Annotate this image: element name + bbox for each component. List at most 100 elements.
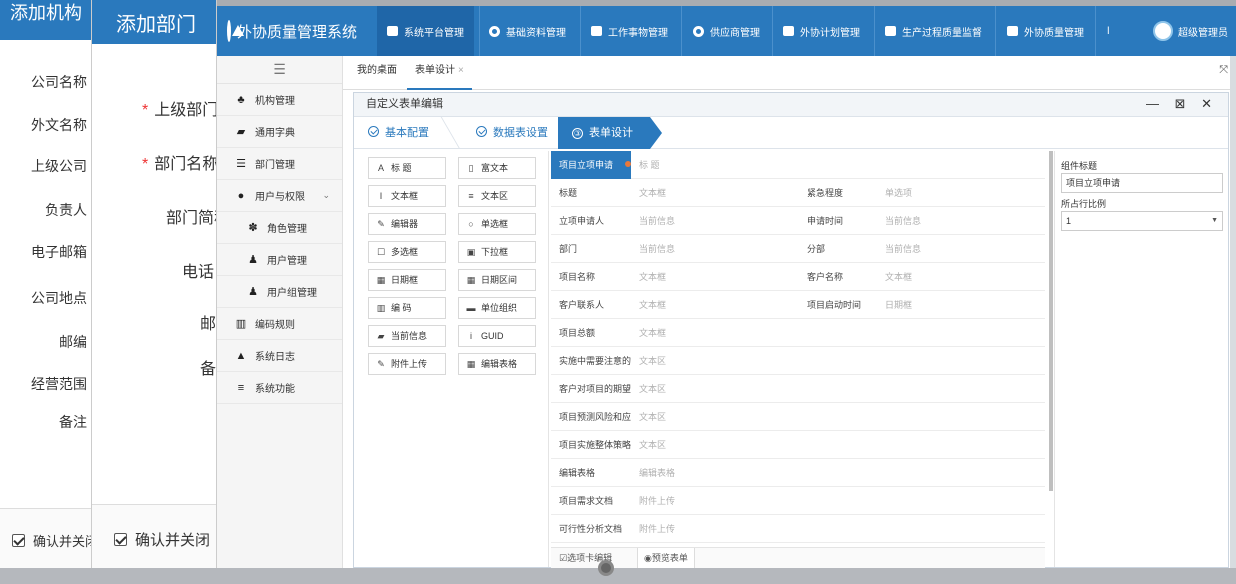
step-form-design[interactable]: ③ 表单设计 xyxy=(558,117,650,149)
selected-marker xyxy=(625,161,631,167)
fullscreen-icon[interactable]: ⤧ xyxy=(1219,64,1228,77)
widget-org-unit[interactable]: ▬ 单位组织 xyxy=(458,297,536,319)
form-row[interactable]: 可行性分析文档 附件上传 xyxy=(551,515,1045,543)
sidebar-item-org[interactable]: ♣ 机构管理 xyxy=(217,84,342,116)
window-controls[interactable]: — ⊠ ✕ xyxy=(1146,93,1218,115)
sidebar-item-dict[interactable]: ▰ 通用字典 xyxy=(217,116,342,148)
user-name: 超级管理员 xyxy=(1178,27,1228,39)
form-canvas: 项目立项申请 标 题 标题 文本框 紧急程度 单选项 立项申请人 当前信息 申请时间当… xyxy=(551,151,1049,568)
nav-outsource-quality[interactable]: 外协质量管理 xyxy=(997,6,1094,56)
form-row[interactable]: 项目立项申请 标 题 xyxy=(551,151,1045,179)
confirm-close-checkbox[interactable]: 确认并关闭 xyxy=(12,531,91,550)
sidebar: ☰ ♣ 机构管理 ▰ 通用字典 ☰ 部门管理 ● 用户与权限 ⌄ ✽ 角色管理 ♟ 用户管理 … xyxy=(217,56,343,568)
panel-header: 自定义表单编辑 — ⊠ ✕ xyxy=(354,93,1228,117)
form-row[interactable]: 立项申请人 当前信息 申请时间 当前信息 xyxy=(551,207,1045,235)
calendar-icon: ▦ xyxy=(466,275,476,285)
widget-editor[interactable]: ✎ 编辑器 xyxy=(368,213,446,235)
widget-code[interactable]: ▥ 编 码 xyxy=(368,297,446,319)
tab-bar: 我的桌面 表单设计 × ⤧ xyxy=(343,56,1236,90)
edit-icon: ✎ xyxy=(377,219,385,229)
form-row[interactable]: 编辑表格 编辑表格 xyxy=(551,459,1045,487)
form-row[interactable]: 项目实施整体策略 文本区 xyxy=(551,431,1045,459)
confirm-close-checkbox[interactable]: 确认并关闭 xyxy=(114,529,210,550)
form-row[interactable]: 项目需求文档 附件上传 xyxy=(551,487,1045,515)
form-row[interactable]: 项目总额 文本框 xyxy=(551,319,1045,347)
form-canvas-footer: ☑选项卡编辑 ◉预览表单 xyxy=(551,547,1045,568)
widget-current-info[interactable]: ▰ 当前信息 xyxy=(368,325,446,347)
archive-icon xyxy=(591,26,602,36)
step-table-settings[interactable]: 数据表设置 xyxy=(462,117,558,149)
preview-form-button[interactable]: ◉预览表单 xyxy=(637,548,695,568)
widget-textarea[interactable]: ≡ 文本区 xyxy=(458,185,536,207)
sidebar-item-dept[interactable]: ☰ 部门管理 xyxy=(217,148,342,180)
nav-production-quality[interactable]: 生产过程质量监督 xyxy=(875,6,992,56)
field-label: * 上级部门 xyxy=(142,102,217,119)
table-icon: ▦ xyxy=(466,359,476,369)
prop-label: 所占行比例 xyxy=(1061,199,1107,209)
sidebar-item-code-rules[interactable]: ▥ 编码规则 xyxy=(217,308,342,340)
archive-icon xyxy=(1007,26,1018,36)
barcode-icon: ▥ xyxy=(376,303,386,313)
field-label: 公司名称 xyxy=(31,74,87,90)
sidebar-item-user-mgmt[interactable]: ♟ 用户管理 xyxy=(217,244,342,276)
org-icon: ▬ xyxy=(466,303,476,313)
widget-dropdown[interactable]: ▣ 下拉框 xyxy=(458,241,536,263)
nav-basic-data[interactable]: 基础资料管理 xyxy=(479,6,576,56)
component-title-input[interactable]: 项目立项申请 xyxy=(1061,173,1223,193)
checkbox-icon xyxy=(12,534,25,547)
user-menu[interactable]: 超级管理员 xyxy=(1145,6,1236,56)
form-row[interactable]: 实施中需要注意的 文本区 xyxy=(551,347,1045,375)
widget-checkbox[interactable]: ☐ 多选框 xyxy=(368,241,446,263)
form-row[interactable]: 部门 当前信息 分部 当前信息 xyxy=(551,235,1045,263)
form-row[interactable]: 项目预测风险和应 文本区 xyxy=(551,403,1045,431)
sidebar-item-roles[interactable]: ✽ 角色管理 xyxy=(217,212,342,244)
tab-my-desktop[interactable]: 我的桌面 xyxy=(357,56,397,90)
dropdown-icon: ▣ xyxy=(466,247,476,257)
step-basic-config[interactable]: 基本配置 xyxy=(354,117,454,149)
form-row[interactable]: 项目名称 文本框 客户名称 文本框 xyxy=(551,263,1045,291)
sidebar-item-functions[interactable]: ≡ 系统功能 xyxy=(217,372,342,404)
checkbox-icon: ☐ xyxy=(376,247,386,257)
form-row[interactable]: 客户联系人 文本框 项目启动时间 日期框 xyxy=(551,291,1045,319)
caret-down-icon: ▼ xyxy=(1211,217,1218,224)
widget-radio[interactable]: ○ 单选框 xyxy=(458,213,536,235)
add-dept-dialog: 添加部门 *上级部门 *部门名称 部门简称 电话 邮编 备注 确认并关闭 xyxy=(92,0,217,568)
sidebar-item-logs[interactable]: ▲ 系统日志 xyxy=(217,340,342,372)
widget-title[interactable]: A标 题 xyxy=(368,157,446,179)
nav-outsource-plan[interactable]: 外协计划管理 xyxy=(773,6,870,56)
nav-supplier[interactable]: 供应商管理 xyxy=(683,6,770,56)
info-icon: i xyxy=(470,331,472,341)
widget-date[interactable]: ▦ 日期框 xyxy=(368,269,446,291)
form-row[interactable]: 客户对项目的期望 文本区 xyxy=(551,375,1045,403)
warning-icon: ▲ xyxy=(235,349,247,362)
widget-attachment[interactable]: ✎ 附件上传 xyxy=(368,353,446,375)
nav-more[interactable]: ǀ xyxy=(1097,6,1120,56)
widget-palette: A标 题 ▯ 富文本 I 文本框 ≡ 文本区 ✎ 编辑器 ○ 单选框 ☐ 多选框 ▣ 下拉框 … xyxy=(354,151,549,567)
sidebar-toggle-icon[interactable]: ☰ xyxy=(217,56,342,84)
sidebar-item-users-perms[interactable]: ● 用户与权限 ⌄ xyxy=(217,180,342,212)
wizard-steps: 基本配置 数据表设置 ③ 表单设计 xyxy=(354,117,1228,149)
widget-richtext[interactable]: ▯ 富文本 xyxy=(458,157,536,179)
circle-icon xyxy=(489,25,500,37)
widget-guid[interactable]: i GUID xyxy=(458,325,536,347)
close-icon[interactable]: × xyxy=(458,65,464,76)
chevron-down-icon: ⌄ xyxy=(322,190,330,200)
form-row[interactable]: 标题 文本框 紧急程度 单选项 xyxy=(551,179,1045,207)
list-icon: ☰ xyxy=(236,158,246,170)
app-brand[interactable]: 外协质量管理系统 xyxy=(217,6,357,56)
nav-system-platform[interactable]: 系统平台管理 xyxy=(377,6,474,56)
tab-form-design[interactable]: 表单设计 × xyxy=(407,56,472,90)
barcode-icon: ▥ xyxy=(235,318,247,330)
widget-date-range[interactable]: ▦ 日期区间 xyxy=(458,269,536,291)
field-label: 邮编 xyxy=(200,316,217,333)
check-circle-icon xyxy=(368,126,379,137)
sidebar-item-user-groups[interactable]: ♟ 用户组管理 xyxy=(217,276,342,308)
avatar xyxy=(1153,21,1173,41)
row-ratio-select[interactable]: 1 ▼ xyxy=(1061,211,1223,231)
widget-edit-table[interactable]: ▦ 编辑表格 xyxy=(458,353,536,375)
scrollbar[interactable] xyxy=(1049,151,1053,491)
widget-textbox[interactable]: I 文本框 xyxy=(368,185,446,207)
nav-work-affairs[interactable]: 工作事物管理 xyxy=(581,6,678,56)
resize-handle[interactable] xyxy=(598,560,614,576)
app-window: 外协质量管理系统 系统平台管理 基础资料管理 工作事物管理 供应商管理 外协计划… xyxy=(217,6,1236,568)
